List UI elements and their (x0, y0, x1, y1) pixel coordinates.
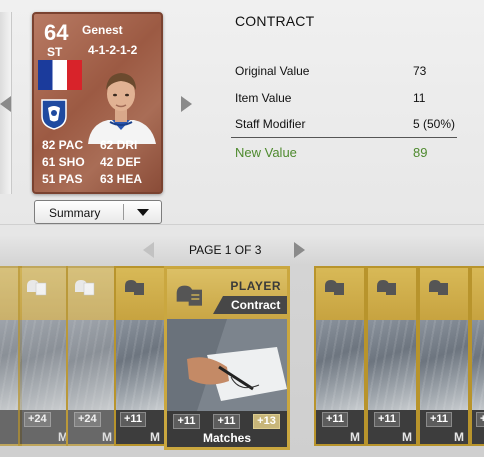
bonus-badge: +11 (213, 414, 240, 429)
consumables-carousel: +24 M +24 M +11 M PLAYER Contract +11 +1… (0, 266, 484, 457)
card-footer-label: M (454, 430, 464, 444)
bonus-badge: +11 (120, 412, 147, 427)
summary-dropdown[interactable]: Summary (34, 200, 162, 224)
item-value-label: Item Value (235, 91, 292, 105)
stat-defending: 42 DEF (100, 155, 141, 169)
next-page-arrow-icon[interactable] (294, 242, 305, 258)
player-name: Genest (82, 23, 123, 37)
contract-signing-image (167, 319, 287, 411)
stat-row: 51 PAS 63 HEA (42, 172, 142, 186)
summary-dropdown-value: Summary (49, 206, 101, 220)
player-photo (88, 73, 156, 144)
contract-title: CONTRACT (235, 13, 315, 29)
club-badge-icon (41, 99, 67, 130)
contract-documents-icon (125, 280, 144, 295)
original-value-label: Original Value (235, 64, 310, 78)
consumable-card[interactable]: +11 M (366, 266, 418, 446)
bonus-badge: +11 (426, 412, 453, 427)
contract-documents-icon (325, 280, 344, 295)
player-rating: 64 (44, 20, 69, 45)
bonus-badge: +13 (253, 414, 280, 429)
player-formation: 4-1-2-1-2 (88, 43, 138, 57)
card-subtype-label: Contract (213, 296, 287, 314)
item-value: 11 (413, 91, 426, 105)
selected-contract-card[interactable]: PLAYER Contract +11 +11 +13 Matches (164, 266, 290, 450)
staff-modifier-label: Staff Modifier (235, 117, 306, 131)
consumable-card[interactable]: +24 M (18, 266, 68, 446)
consumable-card[interactable]: +11 M (314, 266, 366, 446)
player-position: ST (47, 45, 63, 59)
bonus-badge: +1 (476, 412, 484, 427)
player-card[interactable]: 64 ST Genest 4-1-2-1-2 82 PAC 62 DRI 61 S… (32, 12, 163, 194)
contract-documents-icon (429, 280, 448, 295)
card-type-label: PLAYER (230, 279, 281, 293)
contract-documents-icon (176, 285, 202, 306)
dropdown-divider (123, 204, 124, 220)
consumable-card[interactable]: +1 (470, 266, 484, 446)
contract-documents-icon (27, 280, 47, 296)
new-value: 89 (413, 145, 428, 160)
card-footer-label: M (350, 430, 360, 444)
original-value: 73 (413, 64, 427, 78)
bonus-badge: +11 (322, 412, 349, 427)
previous-page-arrow-icon[interactable] (143, 242, 154, 258)
stat-passing: 51 PAS (42, 172, 83, 186)
card-footer-label: M (102, 430, 112, 444)
stat-row: 82 PAC 62 DRI (42, 138, 137, 152)
contract-documents-icon (377, 280, 396, 295)
chevron-down-icon[interactable] (137, 209, 149, 216)
staff-modifier-value: 5 (50%) (413, 117, 456, 131)
page-indicator: PAGE 1 OF 3 (189, 243, 262, 257)
consumable-card[interactable]: +24 M (66, 266, 116, 446)
bonus-badge: +24 (24, 412, 51, 427)
stat-row: 61 SHO 42 DEF (42, 155, 141, 169)
card-footer-label: M (150, 430, 160, 444)
stat-shooting: 61 SHO (42, 155, 85, 169)
stat-pace: 82 PAC (42, 138, 84, 152)
card-footer-label: M (402, 430, 412, 444)
next-player-arrow-icon[interactable] (181, 96, 192, 112)
bonus-badge: +24 (74, 412, 101, 427)
consumable-card[interactable]: +11 M (114, 266, 166, 446)
consumable-card[interactable]: +11 M (418, 266, 470, 446)
new-value-label: New Value (235, 145, 297, 160)
contract-documents-icon (75, 280, 95, 296)
stat-heading: 63 HEA (100, 172, 143, 186)
divider-line (231, 137, 457, 138)
card-footer-label: Matches (202, 431, 252, 445)
previous-player-arrow-icon[interactable] (0, 96, 11, 112)
bonus-badge: +11 (173, 414, 200, 429)
nation-flag-icon (38, 60, 82, 90)
bonus-badge: +11 (374, 412, 401, 427)
stat-dribbling: 62 DRI (100, 138, 138, 152)
